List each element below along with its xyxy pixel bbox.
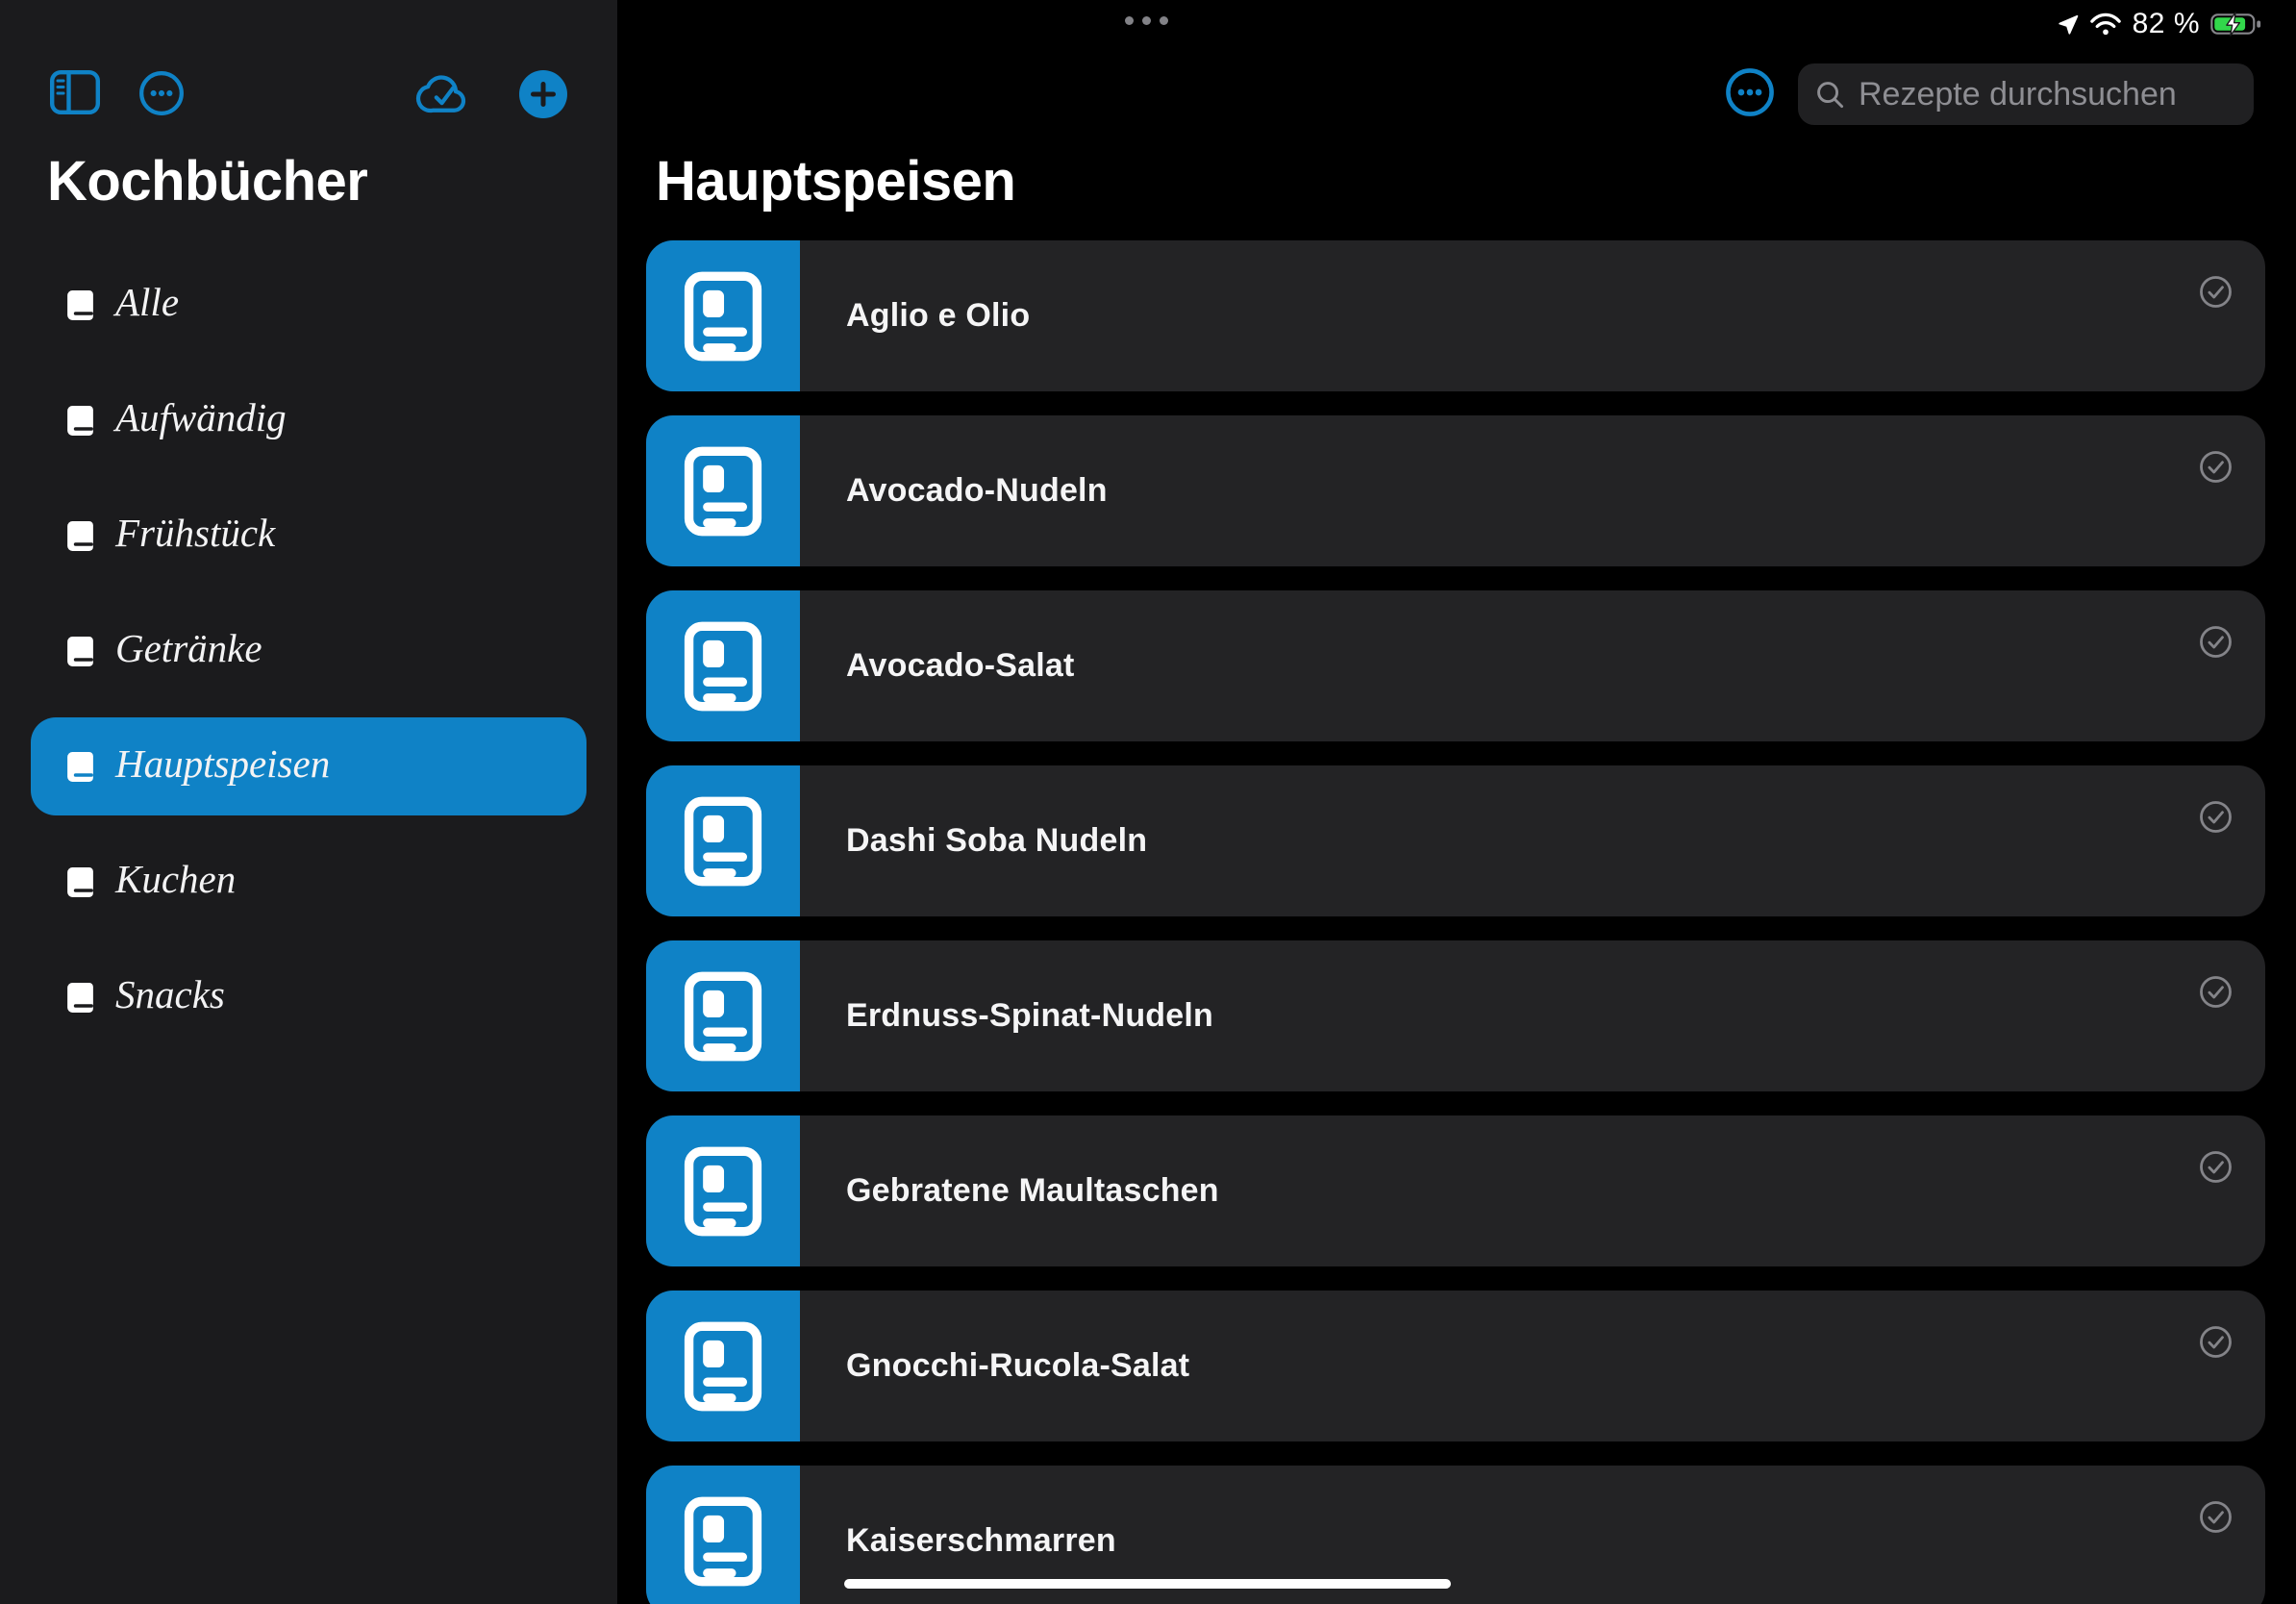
main-panel: Hauptspeisen Aglio e Olio Avocado-Nudel — [617, 0, 2296, 1604]
recipe-document-icon — [675, 443, 771, 539]
recipe-row[interactable]: Erdnuss-Spinat-Nudeln — [646, 940, 2265, 1091]
book-icon — [63, 981, 97, 1015]
app-window: 82 % — [0, 0, 2296, 1604]
add-icon — [518, 69, 568, 119]
recipe-thumbnail — [646, 590, 800, 741]
book-icon — [63, 865, 97, 899]
home-indicator[interactable] — [844, 1579, 1451, 1589]
recipe-thumbnail — [646, 240, 800, 391]
search-input[interactable] — [1857, 75, 2236, 114]
recipe-thumbnail — [646, 1466, 800, 1604]
sidebar-item-label: Hauptspeisen — [115, 744, 330, 789]
sidebar-item-aufwändig[interactable]: Aufwändig — [31, 371, 586, 469]
sidebar-title: Kochbücher — [47, 150, 367, 214]
recipe-thumbnail — [646, 765, 800, 916]
recipe-document-icon — [675, 1143, 771, 1240]
book-icon — [63, 635, 97, 668]
recipe-title: Erdnuss-Spinat-Nudeln — [846, 940, 1213, 1091]
toggle-sidebar-button[interactable] — [50, 70, 100, 114]
recipe-thumbnail — [646, 1291, 800, 1441]
synced-check-icon — [2199, 1500, 2233, 1534]
synced-check-icon — [2199, 275, 2233, 309]
sidebar-item-frühstück[interactable]: Frühstück — [31, 487, 586, 585]
recipe-document-icon — [675, 1318, 771, 1415]
book-icon — [63, 404, 97, 438]
cloud-sync-done-icon — [413, 72, 473, 116]
cloud-sync-button[interactable] — [413, 72, 473, 116]
sidebar-more-options-button[interactable] — [138, 70, 185, 116]
recipe-row[interactable]: Aglio e Olio — [646, 240, 2265, 391]
synced-check-icon — [2199, 1150, 2233, 1184]
synced-check-icon — [2199, 450, 2233, 484]
sidebar-item-getränke[interactable]: Getränke — [31, 602, 586, 700]
sidebar-item-snacks[interactable]: Snacks — [31, 948, 586, 1046]
recipe-document-icon — [675, 1493, 771, 1590]
sidebar-item-label: Snacks — [115, 975, 225, 1020]
sidebar-item-alle[interactable]: Alle — [31, 256, 586, 354]
recipe-title: Dashi Soba Nudeln — [846, 765, 1147, 916]
sidebar: Kochbücher Alle Aufwändig Frühstück Getr… — [0, 0, 617, 1604]
synced-check-icon — [2199, 800, 2233, 834]
recipe-title: Gnocchi-Rucola-Salat — [846, 1291, 1189, 1441]
recipe-row[interactable]: Gnocchi-Rucola-Salat — [646, 1291, 2265, 1441]
synced-check-icon — [2199, 625, 2233, 659]
toggle-sidebar-icon — [50, 70, 100, 114]
sidebar-item-kuchen[interactable]: Kuchen — [31, 833, 586, 931]
synced-check-icon — [2199, 975, 2233, 1009]
recipe-thumbnail — [646, 940, 800, 1091]
sidebar-item-label: Getränke — [115, 629, 262, 674]
book-icon — [63, 750, 97, 784]
add-cookbook-button[interactable] — [518, 69, 568, 119]
recipe-row[interactable]: Avocado-Nudeln — [646, 415, 2265, 566]
sidebar-item-label: Alle — [115, 283, 179, 328]
sidebar-item-label: Frühstück — [115, 514, 275, 559]
synced-check-icon — [2199, 1325, 2233, 1359]
recipe-title: Aglio e Olio — [846, 240, 1030, 391]
recipe-document-icon — [675, 793, 771, 890]
book-icon — [63, 519, 97, 553]
recipe-row[interactable]: Dashi Soba Nudeln — [646, 765, 2265, 916]
recipe-title: Avocado-Nudeln — [846, 415, 1108, 566]
book-icon — [63, 288, 97, 322]
sidebar-item-hauptspeisen[interactable]: Hauptspeisen — [31, 717, 586, 815]
recipe-title: Avocado-Salat — [846, 590, 1075, 741]
recipe-row[interactable]: Avocado-Salat — [646, 590, 2265, 741]
recipe-document-icon — [675, 268, 771, 364]
recipe-row[interactable]: Gebratene Maultaschen — [646, 1115, 2265, 1266]
sidebar-item-label: Kuchen — [115, 860, 236, 905]
recipes-more-options-button[interactable] — [1725, 67, 1775, 117]
search-icon — [1815, 80, 1845, 110]
search-field[interactable] — [1798, 63, 2254, 125]
recipe-thumbnail — [646, 415, 800, 566]
page-title: Hauptspeisen — [656, 150, 1015, 214]
recipe-document-icon — [675, 968, 771, 1065]
recipe-thumbnail — [646, 1115, 800, 1266]
more-options-icon — [1725, 67, 1775, 117]
recipe-document-icon — [675, 618, 771, 714]
cookbook-list: Alle Aufwändig Frühstück Getränke Haupts… — [31, 256, 586, 1064]
recipe-title: Gebratene Maultaschen — [846, 1115, 1219, 1266]
sidebar-item-label: Aufwändig — [115, 398, 287, 443]
more-options-icon — [138, 70, 185, 116]
